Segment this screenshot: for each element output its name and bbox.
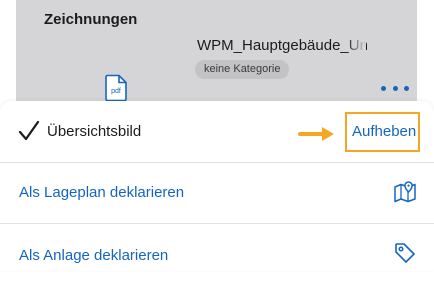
- svg-text:pdf: pdf: [111, 88, 121, 95]
- map-pin-icon[interactable]: [393, 181, 417, 203]
- aufheben-button[interactable]: Aufheben: [352, 123, 416, 140]
- selected-item-label: Übersichtsbild: [47, 123, 142, 140]
- action-row-anlage[interactable]: Als Anlage deklarieren: [0, 223, 434, 283]
- action-sheet: Übersichtsbild Aufheben Als Lageplan dek…: [0, 101, 434, 271]
- arrow-right-icon: [298, 126, 336, 142]
- selected-item-row: Übersichtsbild Aufheben: [0, 101, 434, 161]
- file-name-fade: [346, 34, 366, 56]
- action-label-anlage[interactable]: Als Anlage deklarieren: [19, 247, 168, 264]
- checkmark-icon: [18, 119, 40, 143]
- action-label-lageplan[interactable]: Als Lageplan deklarieren: [19, 184, 184, 201]
- more-horizontal-icon[interactable]: [381, 76, 409, 100]
- tag-icon[interactable]: [393, 241, 417, 265]
- action-row-lageplan[interactable]: Als Lageplan deklarieren: [0, 162, 434, 222]
- category-badge: keine Kategorie: [195, 60, 290, 79]
- pdf-file-icon[interactable]: pdf: [104, 74, 128, 102]
- file-name[interactable]: WPM_Hauptgebäude_Un: [197, 37, 368, 54]
- section-title: Zeichnungen: [44, 11, 138, 28]
